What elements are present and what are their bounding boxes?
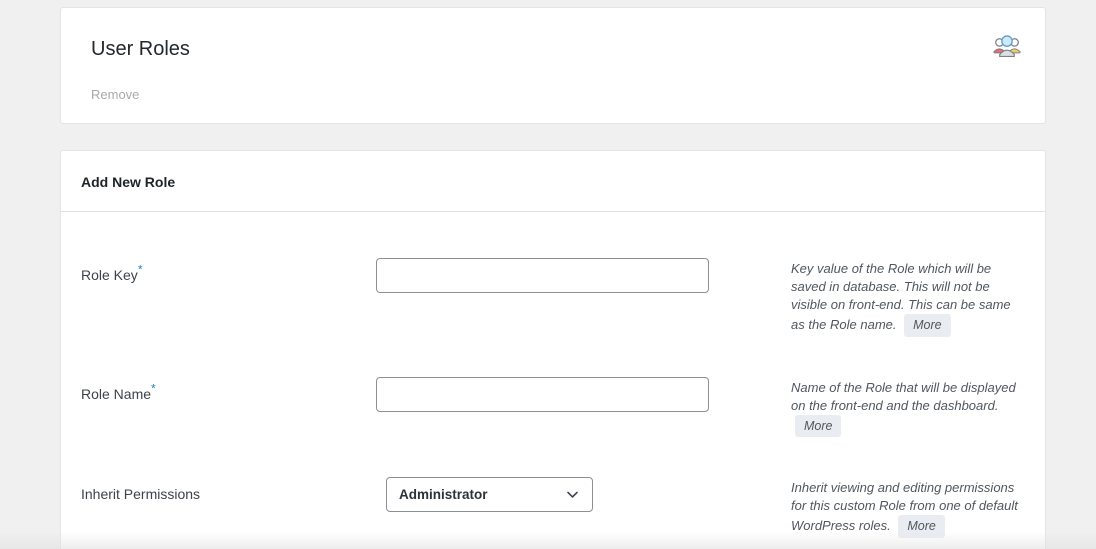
inherit-permissions-input-col: Administrator (376, 477, 709, 512)
inherit-permissions-select[interactable]: Administrator (386, 477, 593, 512)
page-title: User Roles (91, 38, 190, 60)
role-key-input-col (376, 258, 709, 293)
chevron-down-icon (565, 487, 580, 502)
role-name-description: Name of the Role that will be displayed … (791, 377, 1025, 437)
required-marker: * (151, 381, 156, 396)
role-name-input[interactable] (376, 376, 709, 412)
form-card-header: Add New Role (61, 151, 1045, 212)
role-key-description: Key value of the Role which will be save… (791, 258, 1025, 337)
form-row-inherit-permissions: Inherit Permissions Administrator Inheri… (81, 477, 1025, 538)
form-row-role-key: Role Key* Key value of the Role which wi… (81, 258, 1025, 337)
role-key-label: Role Key (81, 267, 138, 283)
inherit-permissions-label: Inherit Permissions (81, 486, 201, 502)
required-marker: * (137, 262, 143, 277)
role-key-label-col: Role Key* (81, 258, 376, 285)
remove-link[interactable]: Remove (91, 87, 139, 102)
form-card-title: Add New Role (81, 174, 176, 190)
role-name-label-col: Role Name* (81, 377, 376, 404)
add-new-role-card: Add New Role Role Key* Key value of the … (60, 150, 1046, 549)
inherit-permissions-more-button[interactable]: More (898, 515, 945, 538)
inherit-permissions-description: Inherit viewing and editing permissions … (791, 477, 1025, 538)
form-row-role-name: Role Name* Name of the Role that will be… (81, 376, 1025, 437)
role-key-input[interactable] (376, 258, 709, 293)
role-name-input-col (376, 376, 709, 412)
role-key-description-text: Key value of the Role which will be save… (791, 261, 1011, 332)
role-name-more-button[interactable]: More (795, 414, 842, 437)
user-roles-header-card: User Roles Remove (60, 7, 1046, 124)
inherit-permissions-label-col: Inherit Permissions (81, 477, 376, 504)
role-key-more-button[interactable]: More (904, 314, 951, 337)
inherit-permissions-selected-value: Administrator (399, 487, 488, 502)
users-group-icon (991, 32, 1023, 60)
form-body: Role Key* Key value of the Role which wi… (61, 212, 1045, 549)
role-name-description-text: Name of the Role that will be displayed … (791, 379, 1016, 413)
role-name-label: Role Name (81, 385, 152, 402)
